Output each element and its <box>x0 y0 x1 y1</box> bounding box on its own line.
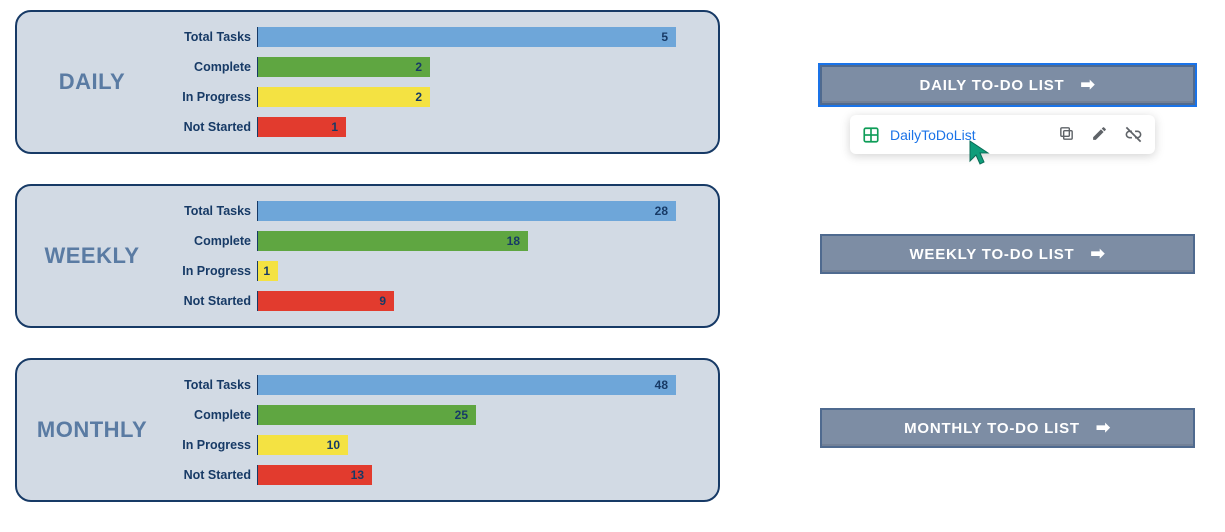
bar-row-notstarted: Not Started 13 <box>157 460 704 490</box>
bar-label: Not Started <box>157 120 257 134</box>
monthly-bars: Total Tasks 48 Complete 25 In Progress 1… <box>157 370 704 490</box>
daily-panel-title: DAILY <box>27 69 157 95</box>
bar-fill-inprogress: 10 <box>258 435 348 455</box>
bar-fill-complete: 18 <box>258 231 528 251</box>
daily-bars: Total Tasks 5 Complete 2 In Progress 2 N… <box>157 22 704 142</box>
bar-fill-total: 48 <box>258 375 676 395</box>
bar-label: Total Tasks <box>157 378 257 392</box>
bar-row-inprogress: In Progress 2 <box>157 82 704 112</box>
bar-row-notstarted: Not Started 9 <box>157 286 704 316</box>
bar-row-total: Total Tasks 5 <box>157 22 704 52</box>
nav-label: WEEKLY TO-DO LIST <box>909 246 1074 263</box>
sheets-icon <box>862 126 880 144</box>
bar-label: Not Started <box>157 468 257 482</box>
bar-row-inprogress: In Progress 1 <box>157 256 704 286</box>
bar-row-complete: Complete 18 <box>157 226 704 256</box>
bar-label: In Progress <box>157 438 257 452</box>
daily-todo-nav-button[interactable]: DAILY TO-DO LIST ➡ <box>820 65 1195 105</box>
bar-track: 2 <box>257 57 704 77</box>
arrow-right-icon: ➡ <box>1090 244 1105 264</box>
monthly-todo-nav-button[interactable]: MONTHLY TO-DO LIST ➡ <box>820 408 1195 448</box>
bar-fill-notstarted: 13 <box>258 465 372 485</box>
monthly-summary-panel: MONTHLY Total Tasks 48 Complete 25 In Pr… <box>15 358 720 502</box>
bar-label: In Progress <box>157 264 257 278</box>
weekly-panel-title: WEEKLY <box>27 243 157 269</box>
edit-icon[interactable] <box>1091 125 1108 144</box>
bar-label: Complete <box>157 408 257 422</box>
bar-label: Total Tasks <box>157 30 257 44</box>
bar-fill-total: 28 <box>258 201 676 221</box>
monthly-panel-title: MONTHLY <box>27 417 157 443</box>
bar-row-total: Total Tasks 48 <box>157 370 704 400</box>
bar-fill-complete: 2 <box>258 57 430 77</box>
bar-track: 2 <box>257 87 704 107</box>
bar-track: 5 <box>257 27 704 47</box>
bar-label: Total Tasks <box>157 204 257 218</box>
bar-track: 1 <box>257 117 704 137</box>
bar-fill-inprogress: 2 <box>258 87 430 107</box>
daily-summary-panel: DAILY Total Tasks 5 Complete 2 In Progre… <box>15 10 720 154</box>
bar-label: Complete <box>157 60 257 74</box>
bar-label: In Progress <box>157 90 257 104</box>
arrow-right-icon: ➡ <box>1081 75 1096 95</box>
weekly-bars: Total Tasks 28 Complete 18 In Progress 1… <box>157 196 704 316</box>
bar-row-complete: Complete 2 <box>157 52 704 82</box>
bar-fill-inprogress: 1 <box>258 261 278 281</box>
bar-row-notstarted: Not Started 1 <box>157 112 704 142</box>
hyperlink-target-link[interactable]: DailyToDoList <box>890 127 1058 143</box>
arrow-right-icon: ➡ <box>1096 418 1111 438</box>
bar-fill-notstarted: 1 <box>258 117 346 137</box>
bar-fill-complete: 25 <box>258 405 476 425</box>
cursor-pointer-icon <box>968 139 992 167</box>
bar-fill-notstarted: 9 <box>258 291 394 311</box>
bar-row-complete: Complete 25 <box>157 400 704 430</box>
weekly-summary-panel: WEEKLY Total Tasks 28 Complete 18 In Pro… <box>15 184 720 328</box>
bar-row-inprogress: In Progress 10 <box>157 430 704 460</box>
nav-label: MONTHLY TO-DO LIST <box>904 420 1080 437</box>
unlink-icon[interactable] <box>1124 125 1143 144</box>
bar-fill-total: 5 <box>258 27 676 47</box>
bar-label: Complete <box>157 234 257 248</box>
weekly-todo-nav-button[interactable]: WEEKLY TO-DO LIST ➡ <box>820 234 1195 274</box>
bar-label: Not Started <box>157 294 257 308</box>
nav-label: DAILY TO-DO LIST <box>919 77 1064 94</box>
bar-row-total: Total Tasks 28 <box>157 196 704 226</box>
copy-icon[interactable] <box>1058 125 1075 144</box>
hyperlink-popup: DailyToDoList <box>850 115 1155 154</box>
